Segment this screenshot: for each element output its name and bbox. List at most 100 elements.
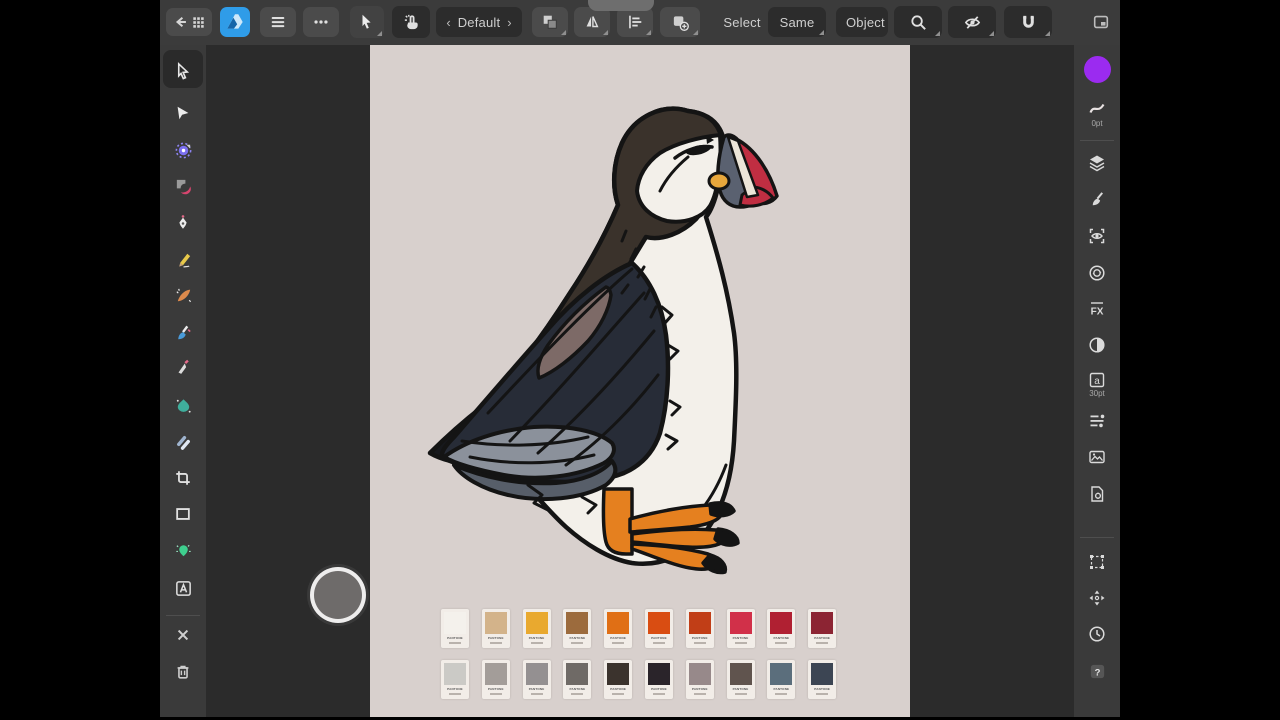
panel-pixel-preview[interactable] [1079, 223, 1115, 249]
more-button[interactable] [303, 7, 339, 37]
help-icon: ? [1088, 662, 1107, 681]
pantone-name-bar [449, 693, 461, 695]
tool-rectangle[interactable] [165, 501, 201, 527]
magic-hand-icon [402, 13, 421, 32]
panel-adjustments[interactable] [1079, 332, 1115, 358]
panel-navigator[interactable] [1079, 585, 1115, 611]
pantone-name-bar [735, 693, 747, 695]
pantone-name-bar [653, 693, 665, 695]
panel-layers[interactable] [1079, 150, 1115, 176]
letterbox-right [1120, 0, 1280, 720]
text-size-label: 30pt [1074, 389, 1120, 398]
stroke-squiggle-icon [1087, 98, 1107, 118]
panel-transform[interactable] [1079, 549, 1115, 575]
view-mode-button[interactable] [948, 6, 996, 38]
pantone-brand-label: PANTONE [773, 636, 789, 641]
pantone-name-bar [694, 642, 706, 644]
history-clock-icon [1087, 624, 1107, 644]
stroke-panel-button[interactable] [1079, 95, 1115, 121]
fullscreen-button[interactable] [1088, 9, 1114, 35]
pantone-brand-label: PANTONE [733, 687, 749, 692]
tool-pencil[interactable] [165, 246, 201, 272]
pantone-card: PANTONE [767, 660, 795, 699]
svg-text:?: ? [1094, 667, 1100, 678]
svg-text:a: a [1094, 376, 1100, 387]
boolean-ops-button[interactable] [532, 7, 568, 37]
tool-pointer[interactable] [165, 58, 201, 84]
pantone-chip [566, 663, 588, 685]
pantone-chip [648, 612, 670, 634]
tool-corner[interactable] [165, 137, 201, 163]
select-object-button[interactable]: Object [836, 7, 888, 37]
tool-fill-gradient[interactable] [165, 392, 201, 418]
panel-help[interactable]: ? [1079, 658, 1115, 684]
panel-paragraph[interactable] [1079, 408, 1115, 434]
menu-button[interactable] [260, 7, 296, 37]
close-button[interactable] [165, 622, 201, 648]
pull-tab-handle[interactable] [588, 0, 654, 11]
pointer-tool-icon [174, 62, 193, 81]
select-assistant-button[interactable] [392, 6, 430, 38]
move-tool-button[interactable] [350, 6, 384, 38]
pantone-card: PANTONE [686, 609, 714, 648]
object-label: Object [846, 15, 885, 30]
tool-node[interactable] [165, 100, 201, 126]
pantone-name-bar [775, 642, 787, 644]
tool-text[interactable] [165, 575, 201, 601]
flip-horizontal-icon [583, 13, 601, 31]
select-same-button[interactable]: Same [768, 7, 826, 37]
svg-text:FX: FX [1091, 307, 1104, 318]
panel-brushes[interactable] [1079, 186, 1115, 212]
tool-knife[interactable] [165, 355, 201, 381]
align-button[interactable] [617, 7, 653, 37]
pantone-name-bar [612, 693, 624, 695]
swatch-row-2: PANTONEPANTONEPANTONEPANTONEPANTONEPANTO… [441, 660, 836, 699]
tool-vector-brush[interactable] [165, 282, 201, 308]
pantone-name-bar [816, 642, 828, 644]
tool-crop[interactable] [165, 465, 201, 491]
panel-symbols[interactable] [1079, 260, 1115, 286]
pantone-name-bar [694, 693, 706, 695]
flip-button[interactable] [574, 7, 610, 37]
panel-history[interactable] [1079, 621, 1115, 647]
preset-selector[interactable]: ‹ Default › [436, 7, 522, 37]
tool-contour[interactable] [165, 173, 201, 199]
right-panel-rail: 0pt FX a 30pt [1074, 45, 1120, 717]
pantone-chip [648, 663, 670, 685]
paint-brush-tool-icon [174, 324, 193, 343]
picture-in-picture-icon [1092, 13, 1110, 31]
pantone-card: PANTONE [727, 660, 755, 699]
zoom-button[interactable] [894, 6, 942, 38]
home-back-button[interactable] [166, 8, 212, 36]
pantone-brand-label: PANTONE [814, 687, 830, 692]
pantone-chip [730, 663, 752, 685]
fill-color-well[interactable] [1079, 55, 1115, 83]
align-icon [626, 13, 644, 31]
pantone-name-bar [612, 642, 624, 644]
affinity-designer-logo[interactable] [220, 7, 250, 37]
panel-effects[interactable]: FX [1079, 296, 1115, 322]
delete-button[interactable] [165, 659, 201, 685]
tool-paint-brush[interactable] [165, 320, 201, 346]
pantone-chip [566, 612, 588, 634]
snapping-button[interactable] [1004, 6, 1052, 38]
pantone-brand-label: PANTONE [773, 687, 789, 692]
rectangle-tool-icon [174, 505, 192, 523]
panel-document[interactable] [1079, 481, 1115, 507]
panel-stock[interactable] [1079, 444, 1115, 470]
touch-joystick-control[interactable] [310, 567, 366, 623]
tool-transparency[interactable] [165, 428, 201, 454]
canvas-artboard[interactable]: PANTONE PANTONE PANTONE PANTONE PANTONE PANTO… [370, 45, 910, 717]
tool-pen[interactable] [165, 210, 201, 236]
pantone-brand-label: PANTONE [733, 636, 749, 641]
pantone-brand-label: PANTONE [814, 636, 830, 641]
pantone-card: PANTONE [604, 660, 632, 699]
pantone-chip [689, 612, 711, 634]
pixel-preview-eye-icon [1087, 226, 1107, 246]
insert-shape-button[interactable] [660, 7, 700, 37]
pantone-card: PANTONE [563, 609, 591, 648]
node-tool-icon [174, 104, 192, 122]
pantone-brand-label: PANTONE [447, 687, 463, 692]
tool-flood-fill[interactable] [165, 537, 201, 563]
same-label: Same [780, 15, 815, 30]
